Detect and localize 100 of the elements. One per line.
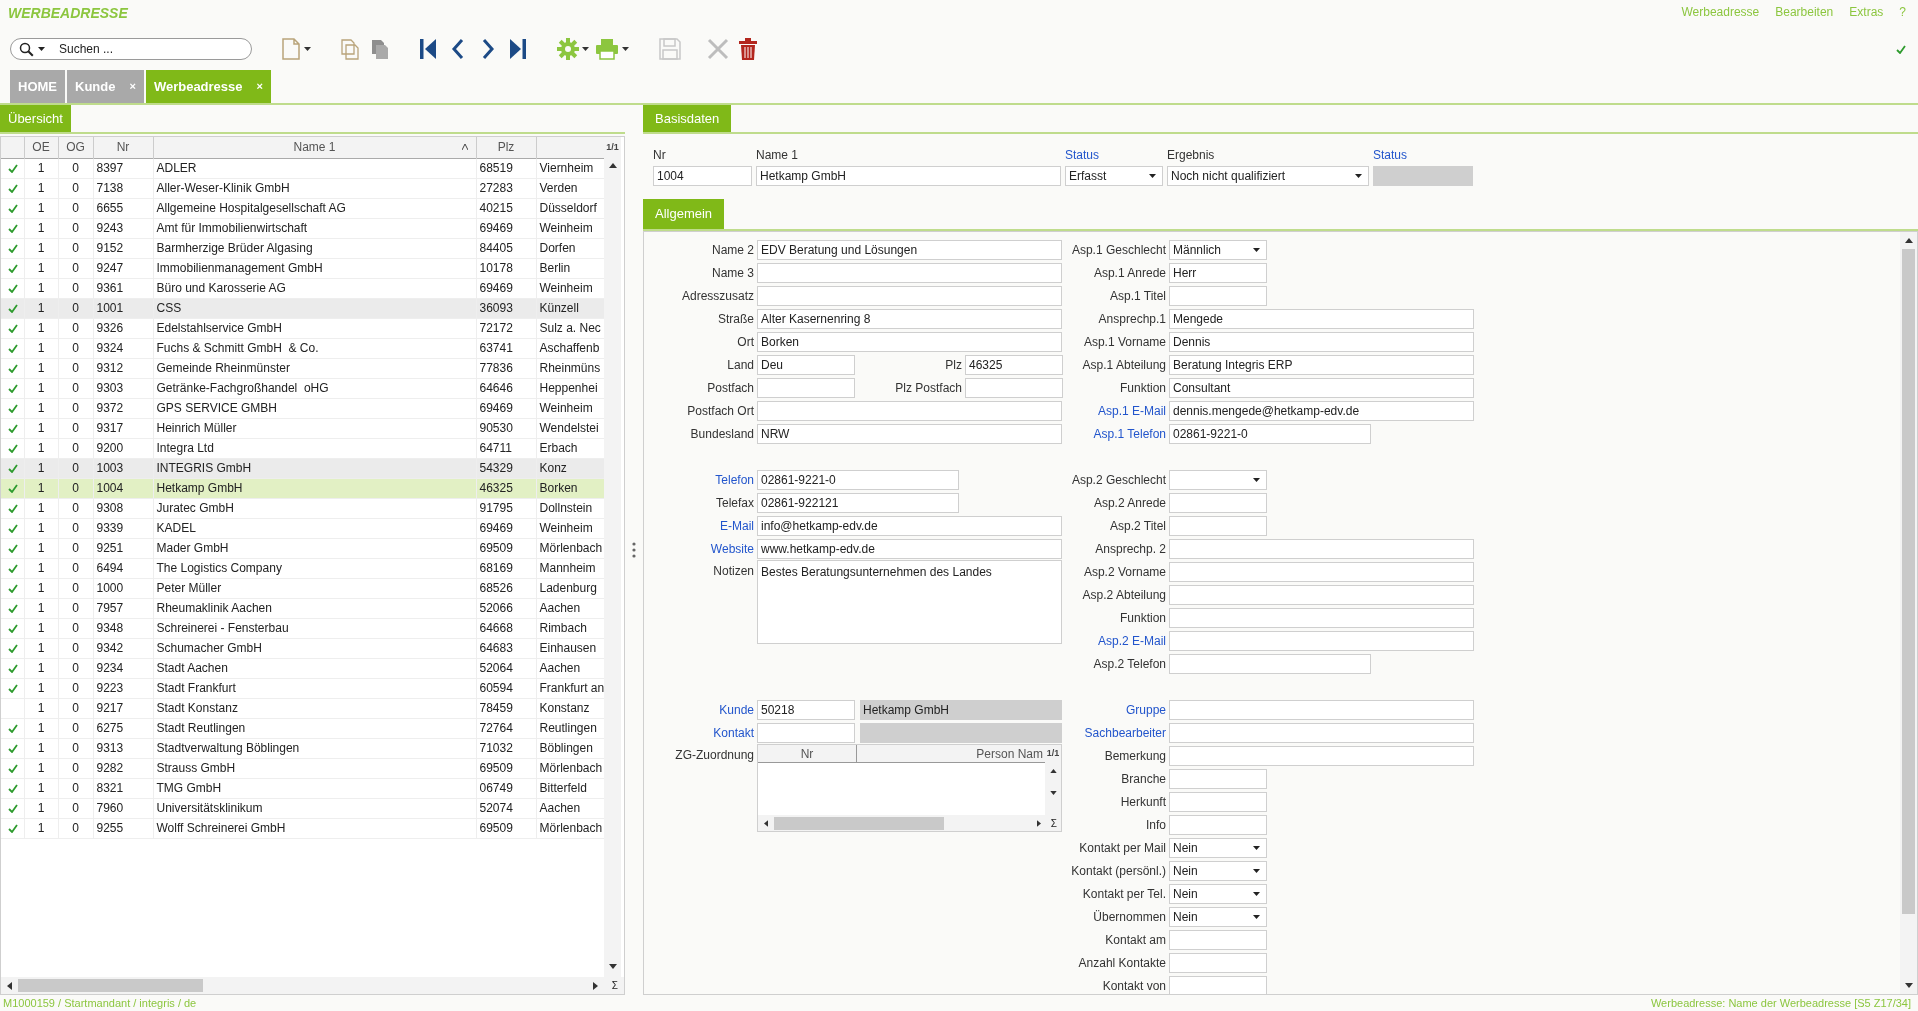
input-field[interactable]: Alter Kasernenring 8	[757, 308, 1062, 329]
search-field[interactable]: Suchen ...	[10, 38, 252, 60]
dropdown[interactable]: Nein	[1169, 837, 1267, 858]
column-header[interactable]: Name 1	[153, 137, 476, 158]
scroll-down-icon[interactable]	[1904, 983, 1913, 988]
input-field[interactable]	[757, 377, 855, 398]
caret-icon[interactable]	[1253, 868, 1260, 873]
input-field[interactable]: 46325	[965, 354, 1063, 375]
splitter-grip-icon[interactable]	[632, 542, 636, 558]
input-field[interactable]	[1169, 745, 1474, 766]
input-field[interactable]	[757, 285, 1062, 306]
field-label[interactable]: Sachbearbeiter	[1064, 723, 1166, 742]
input-field[interactable]	[1169, 952, 1267, 973]
caret-icon[interactable]	[1253, 477, 1260, 482]
dropdown[interactable]: Nein	[1169, 883, 1267, 904]
input-field[interactable]	[757, 262, 1062, 283]
input-field[interactable]: Herr	[1169, 262, 1267, 283]
input-field[interactable]: 1004	[653, 166, 752, 186]
scrollbar[interactable]: 1/1	[604, 137, 621, 977]
input-field[interactable]: Mengede	[1169, 308, 1474, 329]
sum-symbol[interactable]: Σ	[611, 978, 618, 993]
scrollbar[interactable]	[1900, 232, 1917, 994]
dropdown[interactable]: Noch nicht qualifiziert	[1167, 166, 1369, 186]
caret-icon[interactable]	[304, 47, 311, 51]
field-label[interactable]: Telefon	[644, 470, 754, 489]
input-field[interactable]	[757, 400, 1062, 421]
caret-icon[interactable]	[1253, 845, 1260, 850]
caret-icon[interactable]	[582, 47, 589, 51]
input-field[interactable]	[1169, 768, 1267, 789]
column-header[interactable]: OG	[58, 137, 93, 158]
scrollbar-thumb[interactable]	[774, 816, 944, 830]
input-field[interactable]	[1169, 699, 1474, 720]
close-icon[interactable]	[707, 38, 729, 60]
search-icon[interactable]	[19, 41, 34, 57]
input-field[interactable]	[1169, 653, 1371, 674]
caret-icon[interactable]	[1253, 247, 1260, 252]
input-field[interactable]: 02861-922121	[757, 492, 959, 513]
input-field[interactable]: 02861-9221-0	[757, 469, 959, 490]
caret-icon[interactable]	[622, 47, 629, 51]
field-label[interactable]: Asp.2 E-Mail	[1064, 631, 1166, 650]
caret-icon[interactable]	[1149, 174, 1156, 178]
scroll-up-icon[interactable]	[1049, 768, 1057, 773]
caret-icon[interactable]	[1253, 914, 1260, 919]
field-label[interactable]: Asp.1 E-Mail	[1064, 401, 1166, 420]
input-field[interactable]	[1169, 285, 1267, 306]
search-input[interactable]: Suchen ...	[59, 40, 219, 58]
input-field[interactable]	[1169, 492, 1267, 513]
input-field[interactable]	[1169, 584, 1474, 605]
field-label[interactable]: Kunde	[644, 700, 754, 719]
input-field[interactable]	[1169, 515, 1267, 536]
column-header[interactable]: OE	[24, 137, 58, 158]
field-label[interactable]: Asp.1 Telefon	[1064, 424, 1166, 443]
scroll-down-icon[interactable]	[608, 964, 617, 969]
input-field[interactable]	[965, 377, 1063, 398]
input-field[interactable]	[1169, 630, 1474, 651]
input-field[interactable]: Dennis	[1169, 331, 1474, 352]
last-record-icon[interactable]	[509, 38, 527, 60]
column-header[interactable]: Plz	[476, 137, 536, 158]
input-field[interactable]	[1169, 929, 1267, 950]
caret-icon[interactable]	[1355, 174, 1362, 178]
input-field[interactable]: Borken	[757, 331, 1062, 352]
input-field[interactable]	[1169, 607, 1474, 628]
first-record-icon[interactable]	[419, 38, 437, 60]
input-field[interactable]: Deu	[757, 354, 855, 375]
scrollbar[interactable]: 1/1	[1045, 745, 1061, 815]
field-label[interactable]: Status	[1065, 146, 1163, 164]
input-field[interactable]	[1169, 975, 1267, 994]
field-label[interactable]: E-Mail	[644, 516, 754, 535]
input-field[interactable]	[1169, 722, 1474, 743]
input-field[interactable]: NRW	[757, 423, 1062, 444]
trash-icon[interactable]	[739, 38, 757, 60]
notes-field[interactable]: Bestes Beratungsunternehmen des Landes	[757, 560, 1062, 644]
scroll-left-icon[interactable]	[7, 981, 12, 990]
column-header[interactable]: Nr	[758, 745, 857, 762]
dropdown[interactable]: Männlich	[1169, 239, 1267, 260]
scroll-right-icon[interactable]	[1036, 819, 1041, 827]
column-header[interactable]: Nr	[93, 137, 153, 158]
scrollbar-thumb[interactable]	[1902, 249, 1915, 914]
input-field[interactable]	[757, 722, 855, 743]
scrollbar-thumb[interactable]	[18, 979, 203, 992]
scroll-right-icon[interactable]	[592, 981, 598, 990]
dropdown[interactable]: Erfasst	[1065, 166, 1163, 186]
input-field[interactable]: 02861-9221-0	[1169, 423, 1371, 444]
caret-icon[interactable]	[1253, 891, 1260, 896]
field-label[interactable]: Status	[1373, 146, 1473, 164]
copy-icon[interactable]	[341, 38, 359, 60]
field-label[interactable]: Kontakt	[644, 723, 754, 742]
input-field[interactable]: 50218	[757, 699, 855, 720]
scroll-left-icon[interactable]	[764, 819, 768, 827]
input-field[interactable]: Beratung Integris ERP	[1169, 354, 1474, 375]
dropdown[interactable]: Nein	[1169, 906, 1267, 927]
input-field[interactable]: www.hetkamp-edv.de	[757, 538, 1062, 559]
field-label[interactable]: Website	[644, 539, 754, 558]
input-field[interactable]	[1169, 538, 1474, 559]
field-label[interactable]: Gruppe	[1064, 700, 1166, 719]
paste-icon[interactable]	[371, 38, 389, 60]
input-field[interactable]: info@hetkamp-edv.de	[757, 515, 1062, 536]
sum-symbol[interactable]: Σ	[1050, 815, 1057, 831]
dropdown[interactable]: Nein	[1169, 860, 1267, 881]
input-field[interactable]: Consultant	[1169, 377, 1474, 398]
